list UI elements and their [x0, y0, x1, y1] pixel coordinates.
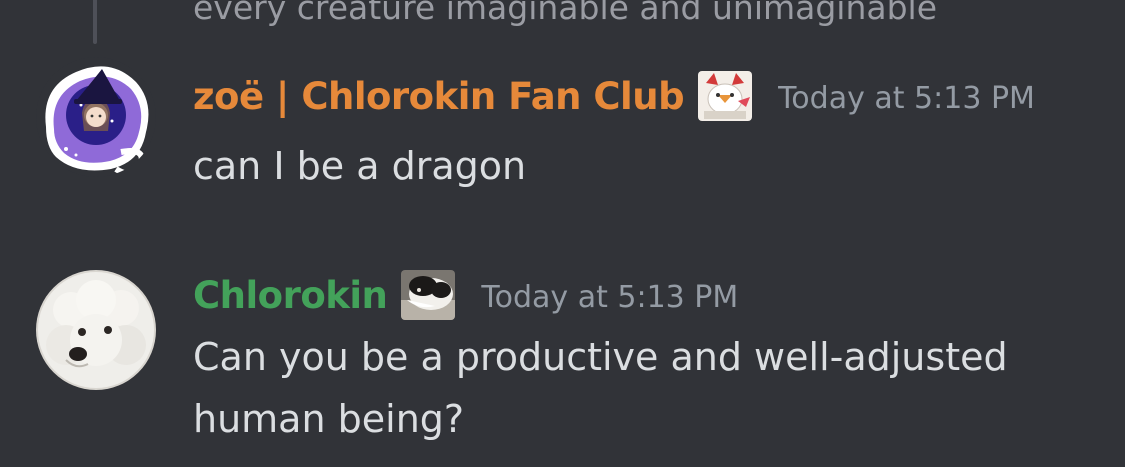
message-content: Can you be a productive and well-adjuste…	[193, 335, 1008, 441]
message-header: Chlorokin Today at 5:13 PM	[193, 268, 738, 322]
username[interactable]: zoë | Chlorokin Fan Club	[193, 75, 685, 118]
white-dog-avatar-icon[interactable]	[36, 270, 156, 390]
username[interactable]: Chlorokin	[193, 274, 388, 317]
chat-messages-area: every creature imaginable and unimaginab…	[0, 0, 1125, 467]
message-timestamp[interactable]: Today at 5:13 PM	[481, 280, 738, 315]
guinea-pig-role-icon[interactable]	[401, 270, 456, 320]
message-content: can I be a dragon	[193, 144, 527, 188]
witch-avatar-icon[interactable]	[36, 57, 156, 177]
message-item[interactable]: Chlorokin Today at 5:13 PM Can you be a …	[0, 262, 1125, 462]
previous-message-text: every creature imaginable and unimaginab…	[193, 0, 938, 27]
message-timestamp[interactable]: Today at 5:13 PM	[778, 81, 1035, 116]
message-item[interactable]: zoë | Chlorokin Fan Club Today at 5:13 P…	[0, 55, 1125, 215]
message-header: zoë | Chlorokin Fan Club Today at 5:13 P…	[193, 69, 1035, 123]
cat-ears-role-icon[interactable]	[698, 71, 753, 121]
thread-connector-line	[93, 0, 97, 44]
